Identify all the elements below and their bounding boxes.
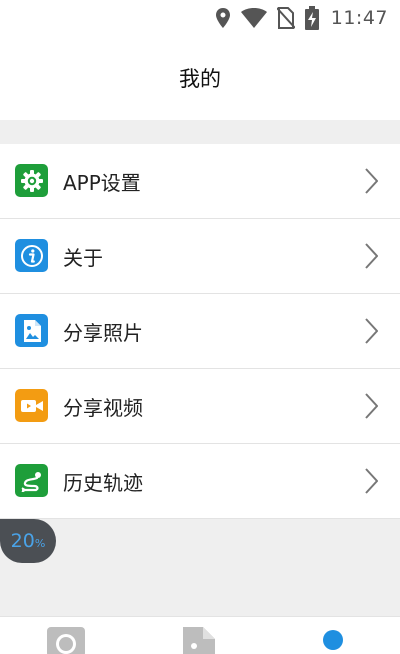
video-camera-icon — [15, 389, 48, 422]
menu-item-history-track[interactable]: 历史轨迹 — [0, 444, 400, 519]
menu-item-label: 分享照片 — [63, 320, 143, 345]
floating-percent-badge[interactable]: 20 % — [0, 519, 56, 563]
status-icons: 11:47 — [215, 6, 388, 30]
info-icon — [15, 239, 48, 272]
photo-file-icon — [15, 314, 48, 347]
status-bar: 11:47 — [0, 0, 400, 36]
percent-unit: % — [34, 537, 46, 550]
gear-icon — [15, 164, 48, 197]
menu-item-app-settings[interactable]: APP设置 — [0, 144, 400, 219]
menu-item-share-videos[interactable]: 分享视频 — [0, 369, 400, 444]
profile-dot-icon[interactable] — [322, 629, 344, 651]
menu-item-label: 分享视频 — [63, 395, 143, 420]
content-background — [0, 519, 400, 616]
menu-item-share-photos[interactable]: 分享照片 — [0, 294, 400, 369]
bottom-tab-bar — [0, 616, 400, 654]
route-icon — [15, 464, 48, 497]
header: 我的 — [0, 36, 400, 120]
no-sim-icon — [276, 7, 295, 29]
chevron-right-icon — [365, 318, 378, 344]
chevron-right-icon — [365, 243, 378, 269]
status-time: 11:47 — [330, 7, 388, 29]
wifi-icon — [240, 8, 267, 28]
chevron-right-icon — [365, 393, 378, 419]
chevron-right-icon — [365, 168, 378, 194]
page-title: 我的 — [179, 67, 221, 91]
settings-menu: APP设置 关于 分享照片 分享视频 历史轨迹 — [0, 144, 400, 519]
menu-item-label: APP设置 — [63, 170, 141, 195]
menu-item-label: 关于 — [63, 245, 103, 270]
menu-item-about[interactable]: 关于 — [0, 219, 400, 294]
battery-charging-icon — [304, 6, 319, 30]
menu-item-label: 历史轨迹 — [63, 470, 143, 495]
chevron-right-icon — [365, 468, 378, 494]
section-divider — [0, 120, 400, 144]
location-icon — [215, 8, 230, 28]
percent-value: 20 — [10, 530, 35, 552]
